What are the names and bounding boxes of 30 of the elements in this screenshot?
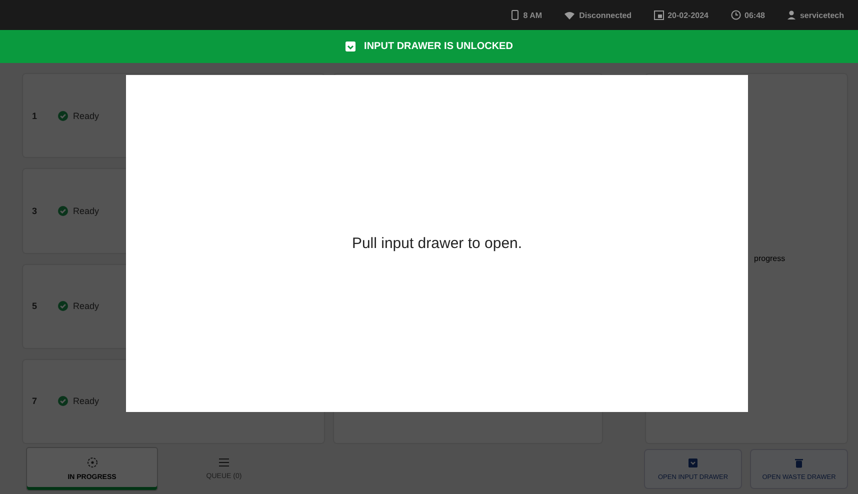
slot-number: 5 <box>32 301 38 312</box>
slot-number: 3 <box>32 206 38 216</box>
clock-icon <box>730 10 740 20</box>
network-status: Disconnected <box>579 10 632 20</box>
tray-icon <box>688 458 698 468</box>
drawer-icon <box>345 41 356 52</box>
slot-status: Ready <box>73 301 100 312</box>
slot-number: 7 <box>32 396 38 406</box>
user-icon <box>786 10 796 20</box>
phone-icon <box>511 10 520 20</box>
list-icon <box>219 458 229 467</box>
slot-status: Ready <box>73 396 100 406</box>
slot-status: Ready <box>73 110 100 121</box>
progress-icon <box>86 457 98 468</box>
time-text: 06:48 <box>744 10 765 20</box>
slot-status: Ready <box>73 206 100 216</box>
calendar-icon <box>654 10 664 20</box>
wifi-icon <box>564 10 576 20</box>
banner-text: INPUT DRAWER IS UNLOCKED <box>364 41 513 52</box>
check-circle-icon <box>58 110 68 121</box>
check-circle-icon <box>58 301 68 312</box>
panel-text: progress <box>754 254 786 263</box>
trash-icon <box>795 458 803 468</box>
slot-number: 1 <box>32 110 38 121</box>
check-circle-icon <box>58 206 68 216</box>
user-name: servicetech <box>800 10 844 20</box>
dialog-message: Pull input drawer to open. <box>352 235 522 252</box>
battery-reading: 8 AM <box>523 10 542 20</box>
date-text: 20-02-2024 <box>668 10 708 20</box>
check-circle-icon <box>58 396 68 406</box>
